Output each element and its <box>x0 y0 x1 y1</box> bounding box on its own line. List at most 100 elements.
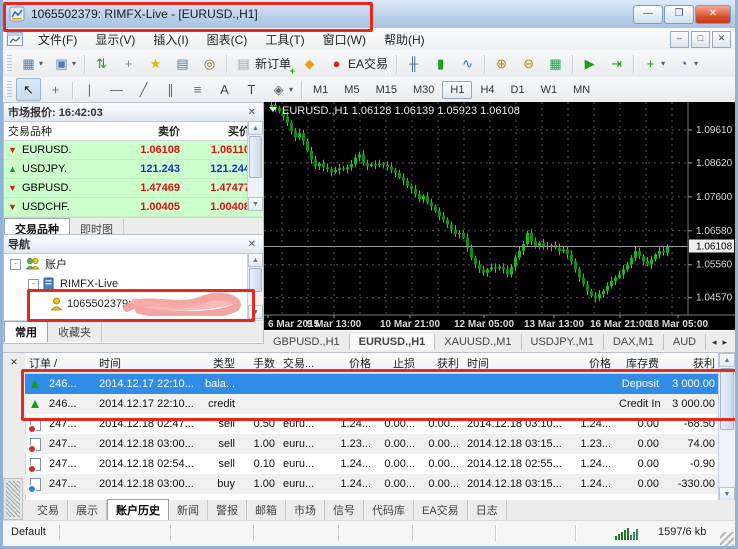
scroll-down-icon[interactable]: ▼ <box>719 487 735 501</box>
terminal-tab[interactable]: EA交易 <box>414 500 468 520</box>
menu-item[interactable]: 图表(C) <box>198 29 257 50</box>
terminal-tab[interactable]: 警报 <box>208 500 247 520</box>
close-button[interactable]: ✕ <box>695 5 731 24</box>
chart-shift-button[interactable]: ⇥ <box>604 52 629 75</box>
terminal-button[interactable]: ▤ <box>170 52 195 75</box>
history-col-header[interactable]: 类型 <box>195 355 239 371</box>
history-col-header[interactable]: 库存费 <box>615 355 663 371</box>
timeframe-m1[interactable]: M1 <box>305 81 336 99</box>
menu-item[interactable]: 工具(T) <box>256 29 313 50</box>
data-window-button[interactable]: + <box>116 52 141 75</box>
history-row[interactable]: 247...2014.12.18 03:00...sell1.00euru...… <box>25 434 719 454</box>
ea-trading-button[interactable]: ●✕EA交易 <box>324 52 392 75</box>
history-col-header[interactable]: 订单 / <box>25 355 95 371</box>
toolbar-grip[interactable] <box>6 55 12 73</box>
history-col-header[interactable]: 获利 <box>663 355 719 371</box>
navigator-tab[interactable]: 常用 <box>4 321 48 342</box>
scroll-down-icon[interactable]: ▼ <box>248 197 263 211</box>
menu-item[interactable]: 窗口(W) <box>314 29 375 50</box>
new-order-button[interactable]: ▤+新订单 <box>231 52 295 75</box>
chevron-down-icon[interactable]: ▾ <box>39 59 43 68</box>
timeframe-m30[interactable]: M30 <box>405 81 442 99</box>
new-chart-button[interactable]: ▦▾ <box>16 52 47 75</box>
mdi-restore-button[interactable]: □ <box>691 31 710 48</box>
mdi-close-button[interactable]: ✕ <box>712 31 731 48</box>
candle-chart-button[interactable]: ▮ <box>428 52 453 75</box>
navigator-close-icon[interactable]: ✕ <box>245 239 259 250</box>
terminal-tab[interactable]: 代码库 <box>364 500 414 520</box>
terminal-tab[interactable]: 邮箱 <box>247 500 286 520</box>
market-watch-row[interactable]: ▼GBPUSD.1.474691.47477 <box>4 179 263 198</box>
history-col-header[interactable]: 价格 <box>567 355 615 371</box>
tile-windows-button[interactable]: ▦ <box>543 52 568 75</box>
crosshair-button[interactable]: + <box>43 78 68 101</box>
market-watch-close-icon[interactable]: ✕ <box>245 107 259 118</box>
chevron-down-icon[interactable]: ▾ <box>661 59 665 68</box>
cursor-button[interactable]: ↖ <box>16 78 41 101</box>
market-watch-col-header[interactable]: 买价 <box>180 123 252 139</box>
chart-tab[interactable]: DAX,M1 <box>604 334 664 350</box>
metaeditor-button[interactable]: ◆ <box>297 52 322 75</box>
market-watch-scrollbar[interactable]: ▲ ▼ <box>247 121 263 211</box>
maximize-button[interactable]: ❐ <box>664 5 694 24</box>
chart-tab-scroll-left-icon[interactable]: ◂ <box>712 337 717 348</box>
line-chart-button[interactable]: ∿ <box>455 52 480 75</box>
trendline-button[interactable]: ╱ <box>131 78 156 101</box>
chart-window-icon[interactable] <box>7 32 23 46</box>
history-col-header[interactable]: 交易... <box>279 355 323 371</box>
collapse-icon[interactable]: - <box>28 279 39 290</box>
terminal-scrollbar[interactable]: ▲ ▼ <box>718 353 735 501</box>
dock-handle-pattern[interactable] <box>3 478 23 520</box>
menu-item[interactable]: 文件(F) <box>29 29 86 50</box>
terminal-tab[interactable]: 信号 <box>325 500 364 520</box>
history-row[interactable]: 247...2014.12.18 03:00...buy1.00euru...1… <box>25 474 719 494</box>
tree-item-accounts[interactable]: - 账户 <box>4 254 263 274</box>
history-col-header[interactable]: 价格 <box>323 355 375 371</box>
history-row[interactable]: 246...2014.12.17 22:10...creditCredit In… <box>25 394 719 414</box>
minimize-button[interactable]: — <box>633 5 663 24</box>
market-watch-col-header[interactable]: 交易品种 <box>4 123 108 139</box>
hline-button[interactable]: — <box>104 78 129 101</box>
navigator-scrollbar[interactable]: ▲ ▼ <box>247 253 263 319</box>
scroll-up-icon[interactable]: ▲ <box>719 353 735 367</box>
timeframe-d1[interactable]: D1 <box>503 81 533 99</box>
timeframe-h1[interactable]: H1 <box>442 81 472 99</box>
menu-item[interactable]: 帮助(H) <box>375 29 434 50</box>
market-watch-row[interactable]: ▲USDJPY.121.243121.244 <box>4 160 263 179</box>
zoom-out-button[interactable]: ⊖ <box>516 52 541 75</box>
market-watch-button[interactable]: ⇅ <box>89 52 114 75</box>
timeframe-h4[interactable]: H4 <box>472 81 502 99</box>
chart-tab-scroll-right-icon[interactable]: ▸ <box>722 337 727 348</box>
chart-tab[interactable]: GBPUSD.,H1 <box>264 334 350 350</box>
timeframe-mn[interactable]: MN <box>565 81 598 99</box>
terminal-tab[interactable]: 新闻 <box>169 500 208 520</box>
collapse-icon[interactable]: - <box>10 259 21 270</box>
scroll-up-icon[interactable]: ▲ <box>248 121 263 135</box>
timeframe-m15[interactable]: M15 <box>368 81 405 99</box>
shapes-button[interactable]: ◈▾ <box>266 78 297 101</box>
bar-chart-button[interactable]: ╫ <box>401 52 426 75</box>
tree-item-server[interactable]: - RIMFX-Live <box>4 274 263 294</box>
terminal-close-icon[interactable]: ✕ <box>3 357 25 368</box>
periods-button[interactable]: ◔▾ <box>671 52 702 75</box>
terminal-tab[interactable]: 展示 <box>68 500 107 520</box>
chart-tab[interactable]: XAUUSD.,M1 <box>435 334 521 350</box>
terminal-tab[interactable]: 日志 <box>468 500 507 520</box>
navigator-button[interactable]: ★ <box>143 52 168 75</box>
toolbar-grip[interactable] <box>6 81 12 99</box>
chevron-down-icon[interactable]: ▾ <box>694 59 698 68</box>
scroll-down-icon[interactable]: ▼ <box>248 305 263 319</box>
tree-item-account[interactable]: 1065502379: <box>4 294 263 314</box>
chart-tab[interactable]: USDJPY.,M1 <box>522 334 604 350</box>
history-col-header[interactable]: 止损 <box>375 355 419 371</box>
history-col-header[interactable]: 获利 <box>419 355 463 371</box>
vline-button[interactable]: | <box>77 78 102 101</box>
auto-scroll-button[interactable]: ▶ <box>577 52 602 75</box>
market-watch-row[interactable]: ▼USDCHF.1.004051.00408 <box>4 198 263 217</box>
menu-item[interactable]: 显示(V) <box>86 29 144 50</box>
zoom-in-button[interactable]: ⊕ <box>489 52 514 75</box>
history-col-header[interactable]: 时间 <box>95 355 195 371</box>
channel-button[interactable]: ∥ <box>158 78 183 101</box>
menu-item[interactable]: 插入(I) <box>144 29 197 50</box>
resize-grip[interactable] <box>720 532 734 546</box>
